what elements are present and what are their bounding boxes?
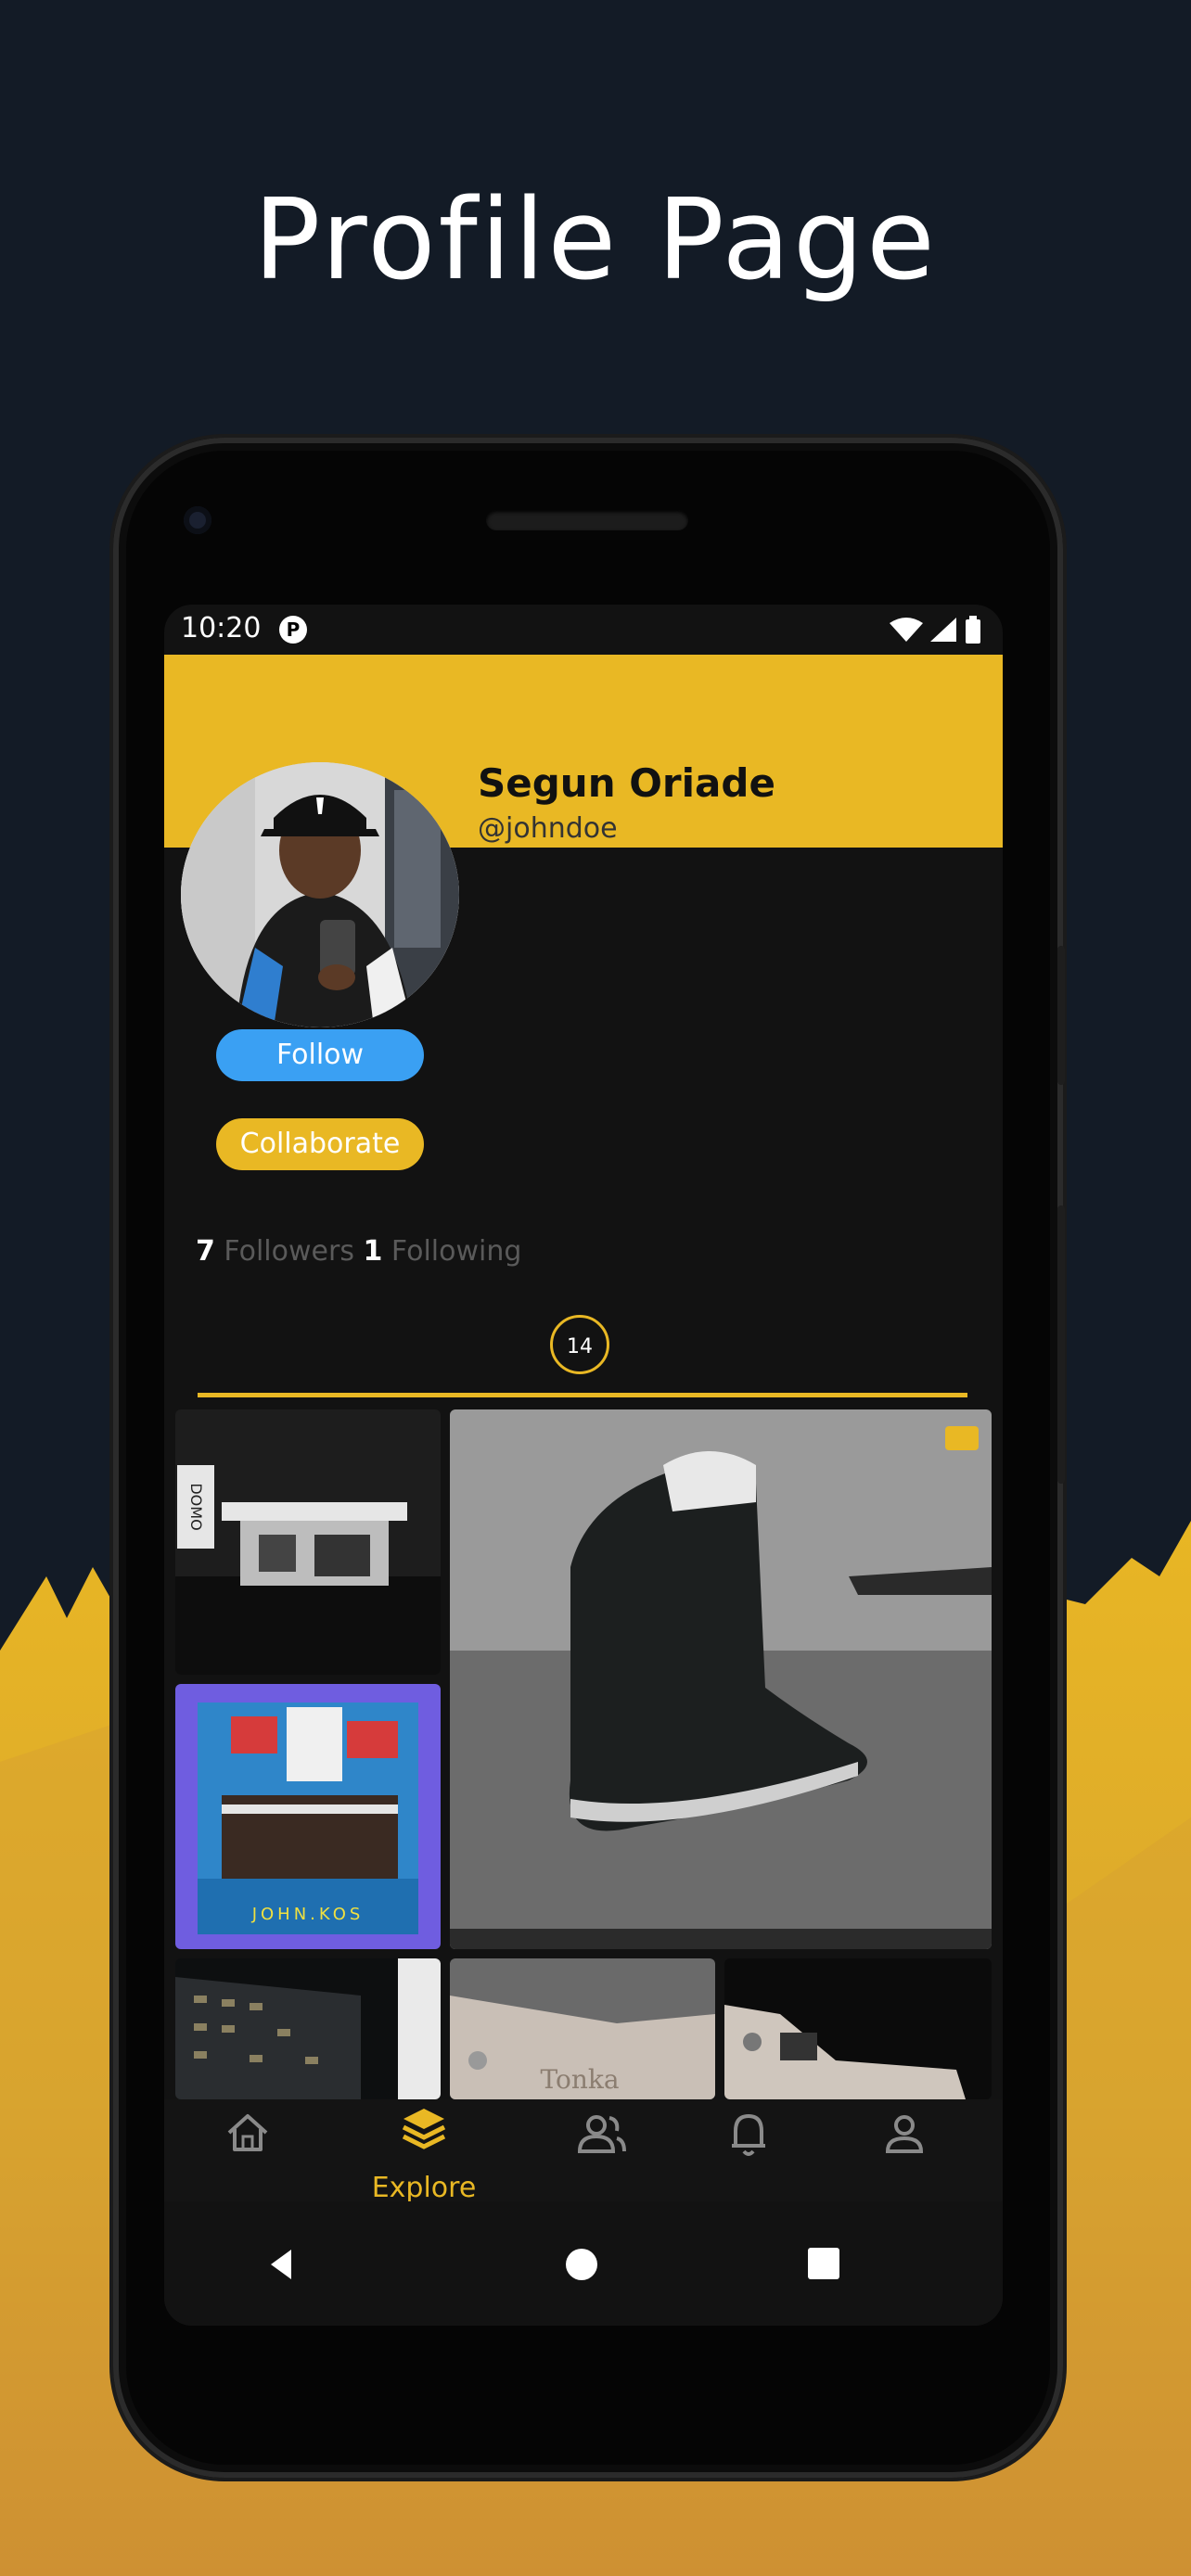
back-icon[interactable]	[271, 2250, 291, 2279]
following-label[interactable]: Following	[391, 1235, 522, 1268]
bottom-navigation: Explore	[164, 2099, 1003, 2204]
layers-icon	[402, 2109, 446, 2149]
gallery-tile[interactable]: JOHN.KOS	[175, 1684, 441, 1949]
status-app-badge: P	[279, 616, 307, 644]
video-icon	[945, 1426, 979, 1450]
nav-profile[interactable]	[858, 2099, 951, 2201]
app-screen: 10:20 P Segun Oriade @johndoe Follow Col…	[164, 605, 1003, 2326]
nav-people[interactable]	[544, 2099, 656, 2201]
earpiece-speaker	[486, 510, 688, 530]
profile-name: Segun Oriade	[478, 760, 775, 806]
nav-explore-label: Explore	[371, 2172, 477, 2204]
recents-icon[interactable]	[808, 2248, 839, 2279]
posts-tab-underline	[198, 1393, 967, 1397]
gallery-tile[interactable]: Tonka	[450, 1958, 715, 2099]
avatar[interactable]	[181, 762, 459, 1027]
home-icon	[227, 2114, 268, 2151]
status-icons	[890, 616, 980, 644]
user-icon	[885, 2115, 924, 2153]
profile-handle: @johndoe	[478, 812, 618, 845]
follow-stats: 7 Followers 1 Following	[196, 1235, 521, 1268]
phone-side-button	[1057, 946, 1065, 1085]
followers-count[interactable]: 7	[196, 1235, 215, 1268]
tile-sign-text: DOMO	[187, 1483, 205, 1530]
follow-button[interactable]: Follow	[216, 1029, 424, 1081]
followers-label[interactable]: Followers	[224, 1235, 354, 1268]
gallery-tile[interactable]	[724, 1958, 992, 2099]
home-circle-icon[interactable]	[566, 2249, 597, 2280]
gallery-tile[interactable]	[175, 1958, 441, 2099]
page-headline: Profile Page	[253, 176, 938, 305]
status-bar: 10:20 P	[164, 605, 1003, 655]
gallery-tile[interactable]	[450, 1409, 992, 1949]
bell-icon	[732, 2114, 765, 2156]
collaborate-button[interactable]: Collaborate	[216, 1118, 424, 1170]
nav-home[interactable]	[201, 2099, 294, 2201]
gallery-tile[interactable]: DOMO	[175, 1409, 441, 1675]
battery-icon	[966, 619, 980, 644]
nav-notifications[interactable]	[702, 2099, 795, 2201]
wifi-icon	[890, 618, 923, 642]
people-icon	[577, 2115, 626, 2153]
signal-icon	[930, 618, 956, 642]
system-navigation	[164, 2201, 1003, 2326]
status-time: 10:20	[181, 612, 262, 644]
posts-count-badge[interactable]: 14	[550, 1315, 609, 1374]
tile-tonka-text: Tonka	[540, 2064, 619, 2095]
front-camera	[184, 506, 211, 534]
following-count[interactable]: 1	[364, 1235, 383, 1268]
nav-explore[interactable]: Explore	[359, 2099, 489, 2204]
phone-side-button	[1057, 1205, 1065, 1484]
tile-caption-text: JOHN.KOS	[251, 1905, 365, 1924]
